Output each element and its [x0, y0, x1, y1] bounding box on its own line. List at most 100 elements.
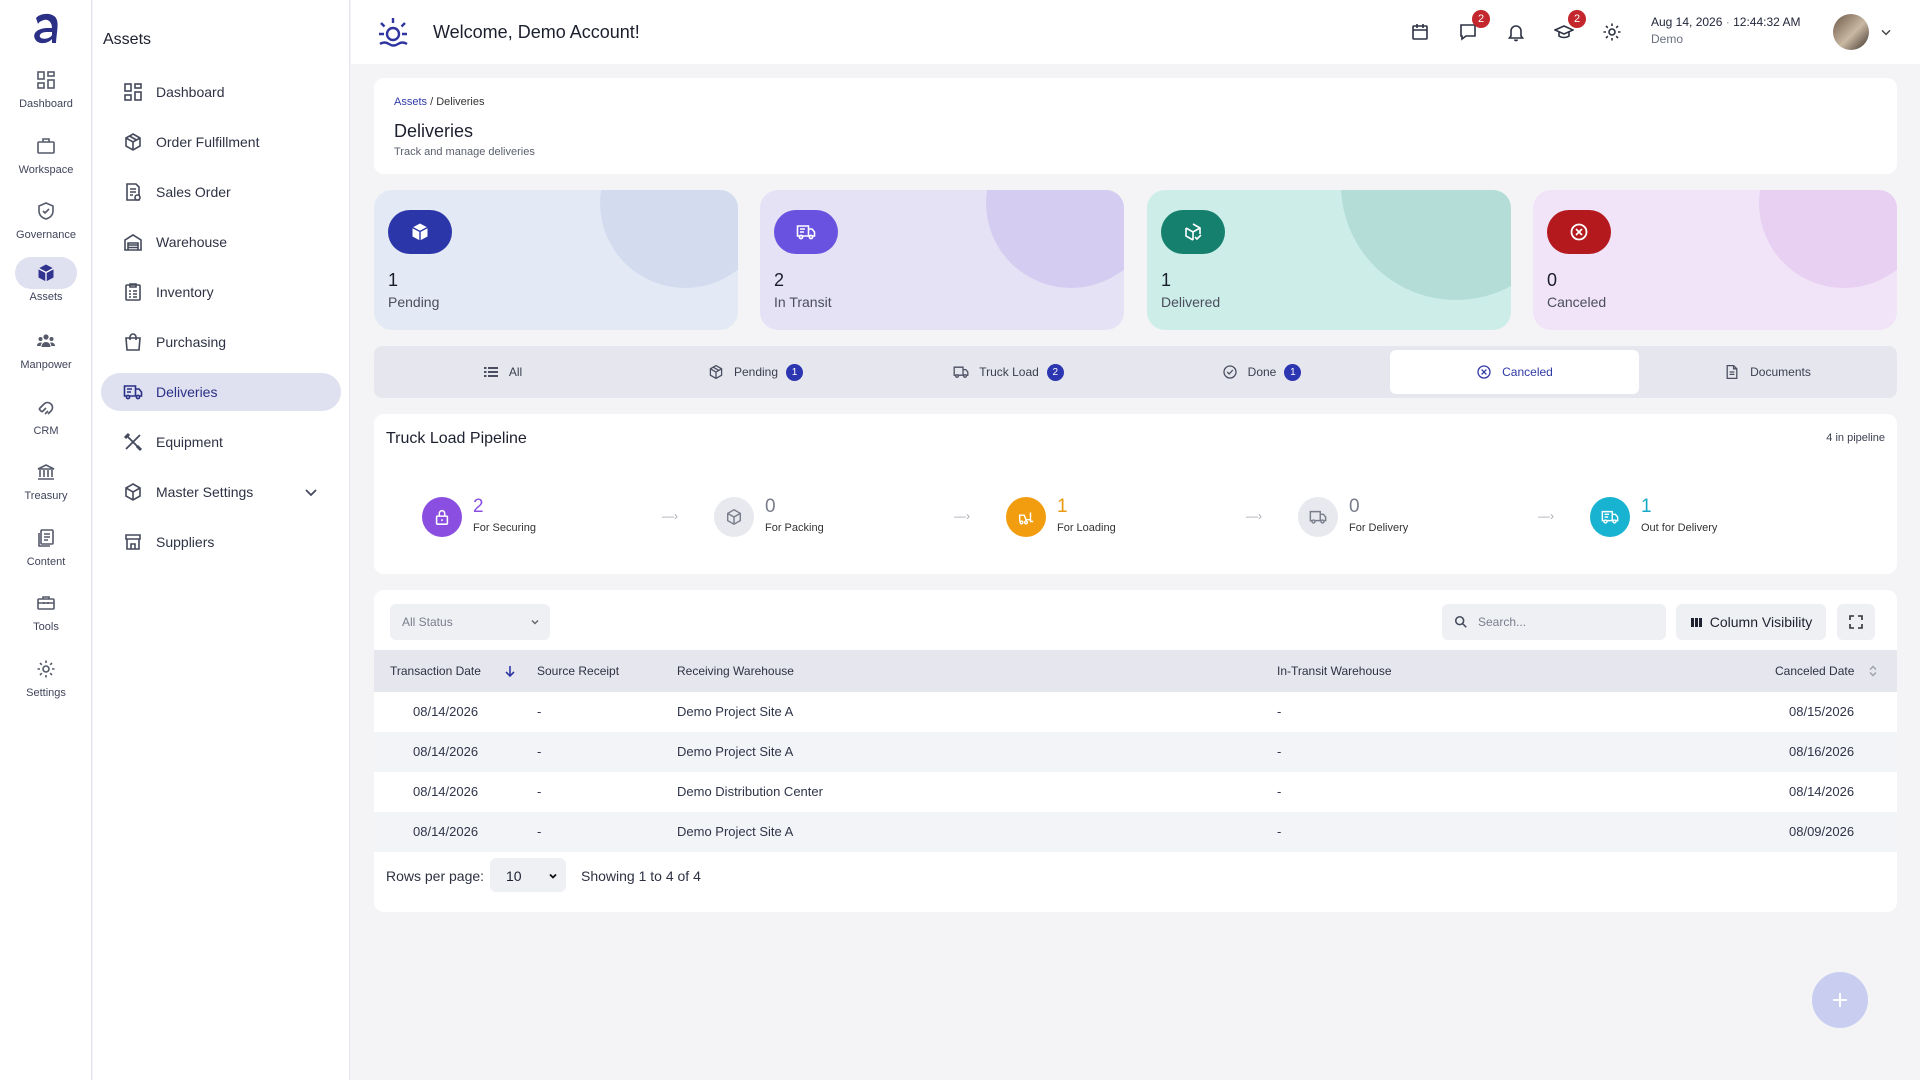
notifications-button[interactable] — [1504, 20, 1528, 44]
messages-button[interactable]: 2 — [1456, 10, 1490, 44]
stat-card-delivered[interactable]: 1 Delivered — [1147, 190, 1511, 330]
cell-source-receipt: - — [537, 744, 542, 759]
handshake-icon — [15, 391, 77, 423]
stat-card-canceled[interactable]: 0 Canceled — [1533, 190, 1897, 330]
rail-item-label: CRM — [33, 425, 59, 437]
table-row[interactable]: 08/14/2026 - Demo Project Site A - 08/09… — [374, 812, 1897, 852]
deliveries-table-card: All Status Search... Column Visibility T… — [374, 590, 1897, 912]
table-row[interactable]: 08/14/2026 - Demo Project Site A - 08/15… — [374, 692, 1897, 732]
column-canceled-date[interactable]: Canceled Date — [1775, 664, 1877, 678]
sidebar-item-label: Order Fulfillment — [156, 134, 260, 150]
sidebar-item-inventory[interactable]: Inventory — [101, 273, 341, 311]
rows-per-page-select[interactable]: 10 — [490, 858, 566, 892]
sidebar-item-dashboard[interactable]: Dashboard — [101, 73, 341, 111]
stat-card-pending[interactable]: 1 Pending — [374, 190, 738, 330]
breadcrumb-link-assets[interactable]: Assets — [394, 96, 427, 108]
table-row[interactable]: 08/14/2026 - Demo Distribution Center - … — [374, 772, 1897, 812]
breadcrumb-separator: / — [430, 96, 434, 108]
grid-icon — [124, 83, 142, 101]
chevron-down-icon[interactable] — [301, 482, 321, 502]
columns-icon — [1690, 617, 1702, 627]
chevron-down-icon — [549, 873, 557, 879]
settings-button[interactable] — [1600, 20, 1624, 44]
package-icon — [125, 133, 141, 151]
card-decoration — [600, 190, 738, 288]
sidebar-item-suppliers[interactable]: Suppliers — [101, 523, 341, 561]
stage-value: 0 — [1349, 496, 1360, 517]
rail-item-workspace[interactable]: Workspace — [0, 130, 92, 192]
rail-item-tools[interactable]: Tools — [0, 587, 92, 649]
cell-source-receipt: - — [537, 824, 542, 839]
tools-icon — [123, 432, 143, 452]
breadcrumb-current: Deliveries — [436, 96, 485, 108]
status-tabs: All Pending 1 Truck Load 2 Done 1 Cancel… — [374, 346, 1897, 398]
rail-item-dashboard[interactable]: Dashboard — [0, 64, 92, 126]
rail-item-label: Tools — [33, 621, 59, 633]
rail-item-content[interactable]: Content — [0, 522, 92, 584]
chevron-down-icon — [531, 620, 539, 625]
truck-load-pipeline: Truck Load Pipeline 4 in pipeline 2 For … — [374, 414, 1897, 574]
card-decoration — [986, 190, 1124, 288]
tab-truck-load[interactable]: Truck Load 2 — [884, 350, 1133, 394]
app-logo[interactable] — [28, 10, 64, 48]
sidebar-item-deliveries[interactable]: Deliveries — [101, 373, 341, 411]
sidebar-item-label: Master Settings — [156, 484, 254, 500]
rail-item-governance[interactable]: Governance — [0, 195, 92, 257]
sidebar-item-equipment[interactable]: Equipment — [101, 423, 341, 461]
cell-canceled-date: 08/09/2026 — [1789, 824, 1855, 839]
document-stack-icon — [15, 522, 77, 554]
sidebar-item-purchasing[interactable]: Purchasing — [101, 323, 341, 361]
sort-icon — [1869, 665, 1877, 677]
rail-item-crm[interactable]: CRM — [0, 391, 92, 453]
table-row[interactable]: 08/14/2026 - Demo Project Site A - 08/16… — [374, 732, 1897, 772]
pipeline-title: Truck Load Pipeline — [386, 430, 527, 447]
rail-item-treasury[interactable]: Treasury — [0, 456, 92, 518]
search-icon — [1454, 615, 1467, 628]
sidebar-item-sales-order[interactable]: Sales Order — [101, 173, 341, 211]
sidebar-item-label: Suppliers — [156, 534, 215, 550]
rail-item-settings[interactable]: Settings — [0, 653, 92, 715]
status-filter-select[interactable]: All Status — [390, 604, 550, 640]
tab-label: Truck Load — [979, 365, 1039, 379]
column-visibility-button[interactable]: Column Visibility — [1676, 604, 1826, 640]
app-rail: Dashboard Workspace Governance Assets Ma… — [0, 0, 92, 1080]
column-transaction-date[interactable]: Transaction Date — [390, 664, 515, 678]
current-time: 12:44:32 AM — [1733, 15, 1801, 29]
tab-documents[interactable]: Documents — [1643, 350, 1892, 394]
tab-pending[interactable]: Pending 1 — [631, 350, 880, 394]
search-input[interactable]: Search... — [1442, 604, 1666, 640]
receipt-icon — [126, 183, 141, 201]
sidebar-item-master-settings[interactable]: Master Settings — [101, 473, 341, 511]
cell-transaction-date: 08/14/2026 — [413, 824, 479, 839]
stat-card-in-transit[interactable]: 2 In Transit — [760, 190, 1124, 330]
column-source-receipt[interactable]: Source Receipt — [537, 664, 619, 678]
sidebar-item-warehouse[interactable]: Warehouse — [101, 223, 341, 261]
tab-done[interactable]: Done 1 — [1137, 350, 1386, 394]
avatar[interactable] — [1833, 14, 1869, 50]
column-label: Canceled Date — [1775, 664, 1855, 678]
chevron-down-icon[interactable] — [1878, 24, 1894, 40]
add-delivery-button[interactable] — [1812, 972, 1868, 1028]
pipeline-arrow: —› — [662, 509, 678, 523]
cell-canceled-date: 08/15/2026 — [1789, 704, 1855, 719]
cube-icon — [15, 257, 77, 289]
tab-label: Canceled — [1502, 365, 1553, 379]
stage-value: 0 — [765, 496, 776, 517]
column-receiving-warehouse[interactable]: Receiving Warehouse — [677, 664, 794, 678]
calendar-button[interactable] — [1408, 20, 1432, 44]
datetime: Aug 14, 2026 · 12:44:32 AM — [1651, 15, 1801, 29]
messages-badge: 2 — [1472, 10, 1490, 28]
sidebar-item-label: Inventory — [156, 284, 214, 300]
learning-button[interactable]: 2 — [1552, 10, 1586, 44]
pipeline-arrow: —› — [1538, 509, 1554, 523]
column-in-transit-warehouse[interactable]: In-Transit Warehouse — [1277, 664, 1392, 678]
tab-all[interactable]: All — [378, 350, 627, 394]
sidebar-item-order-fulfillment[interactable]: Order Fulfillment — [101, 123, 341, 161]
stat-label: Delivered — [1161, 294, 1221, 310]
fullscreen-button[interactable] — [1837, 604, 1875, 640]
rail-item-manpower[interactable]: Manpower — [0, 325, 92, 387]
tab-label: Pending — [733, 365, 779, 379]
tab-canceled[interactable]: Canceled — [1390, 350, 1639, 394]
rail-item-assets[interactable]: Assets — [0, 257, 92, 319]
cell-source-receipt: - — [537, 784, 542, 799]
